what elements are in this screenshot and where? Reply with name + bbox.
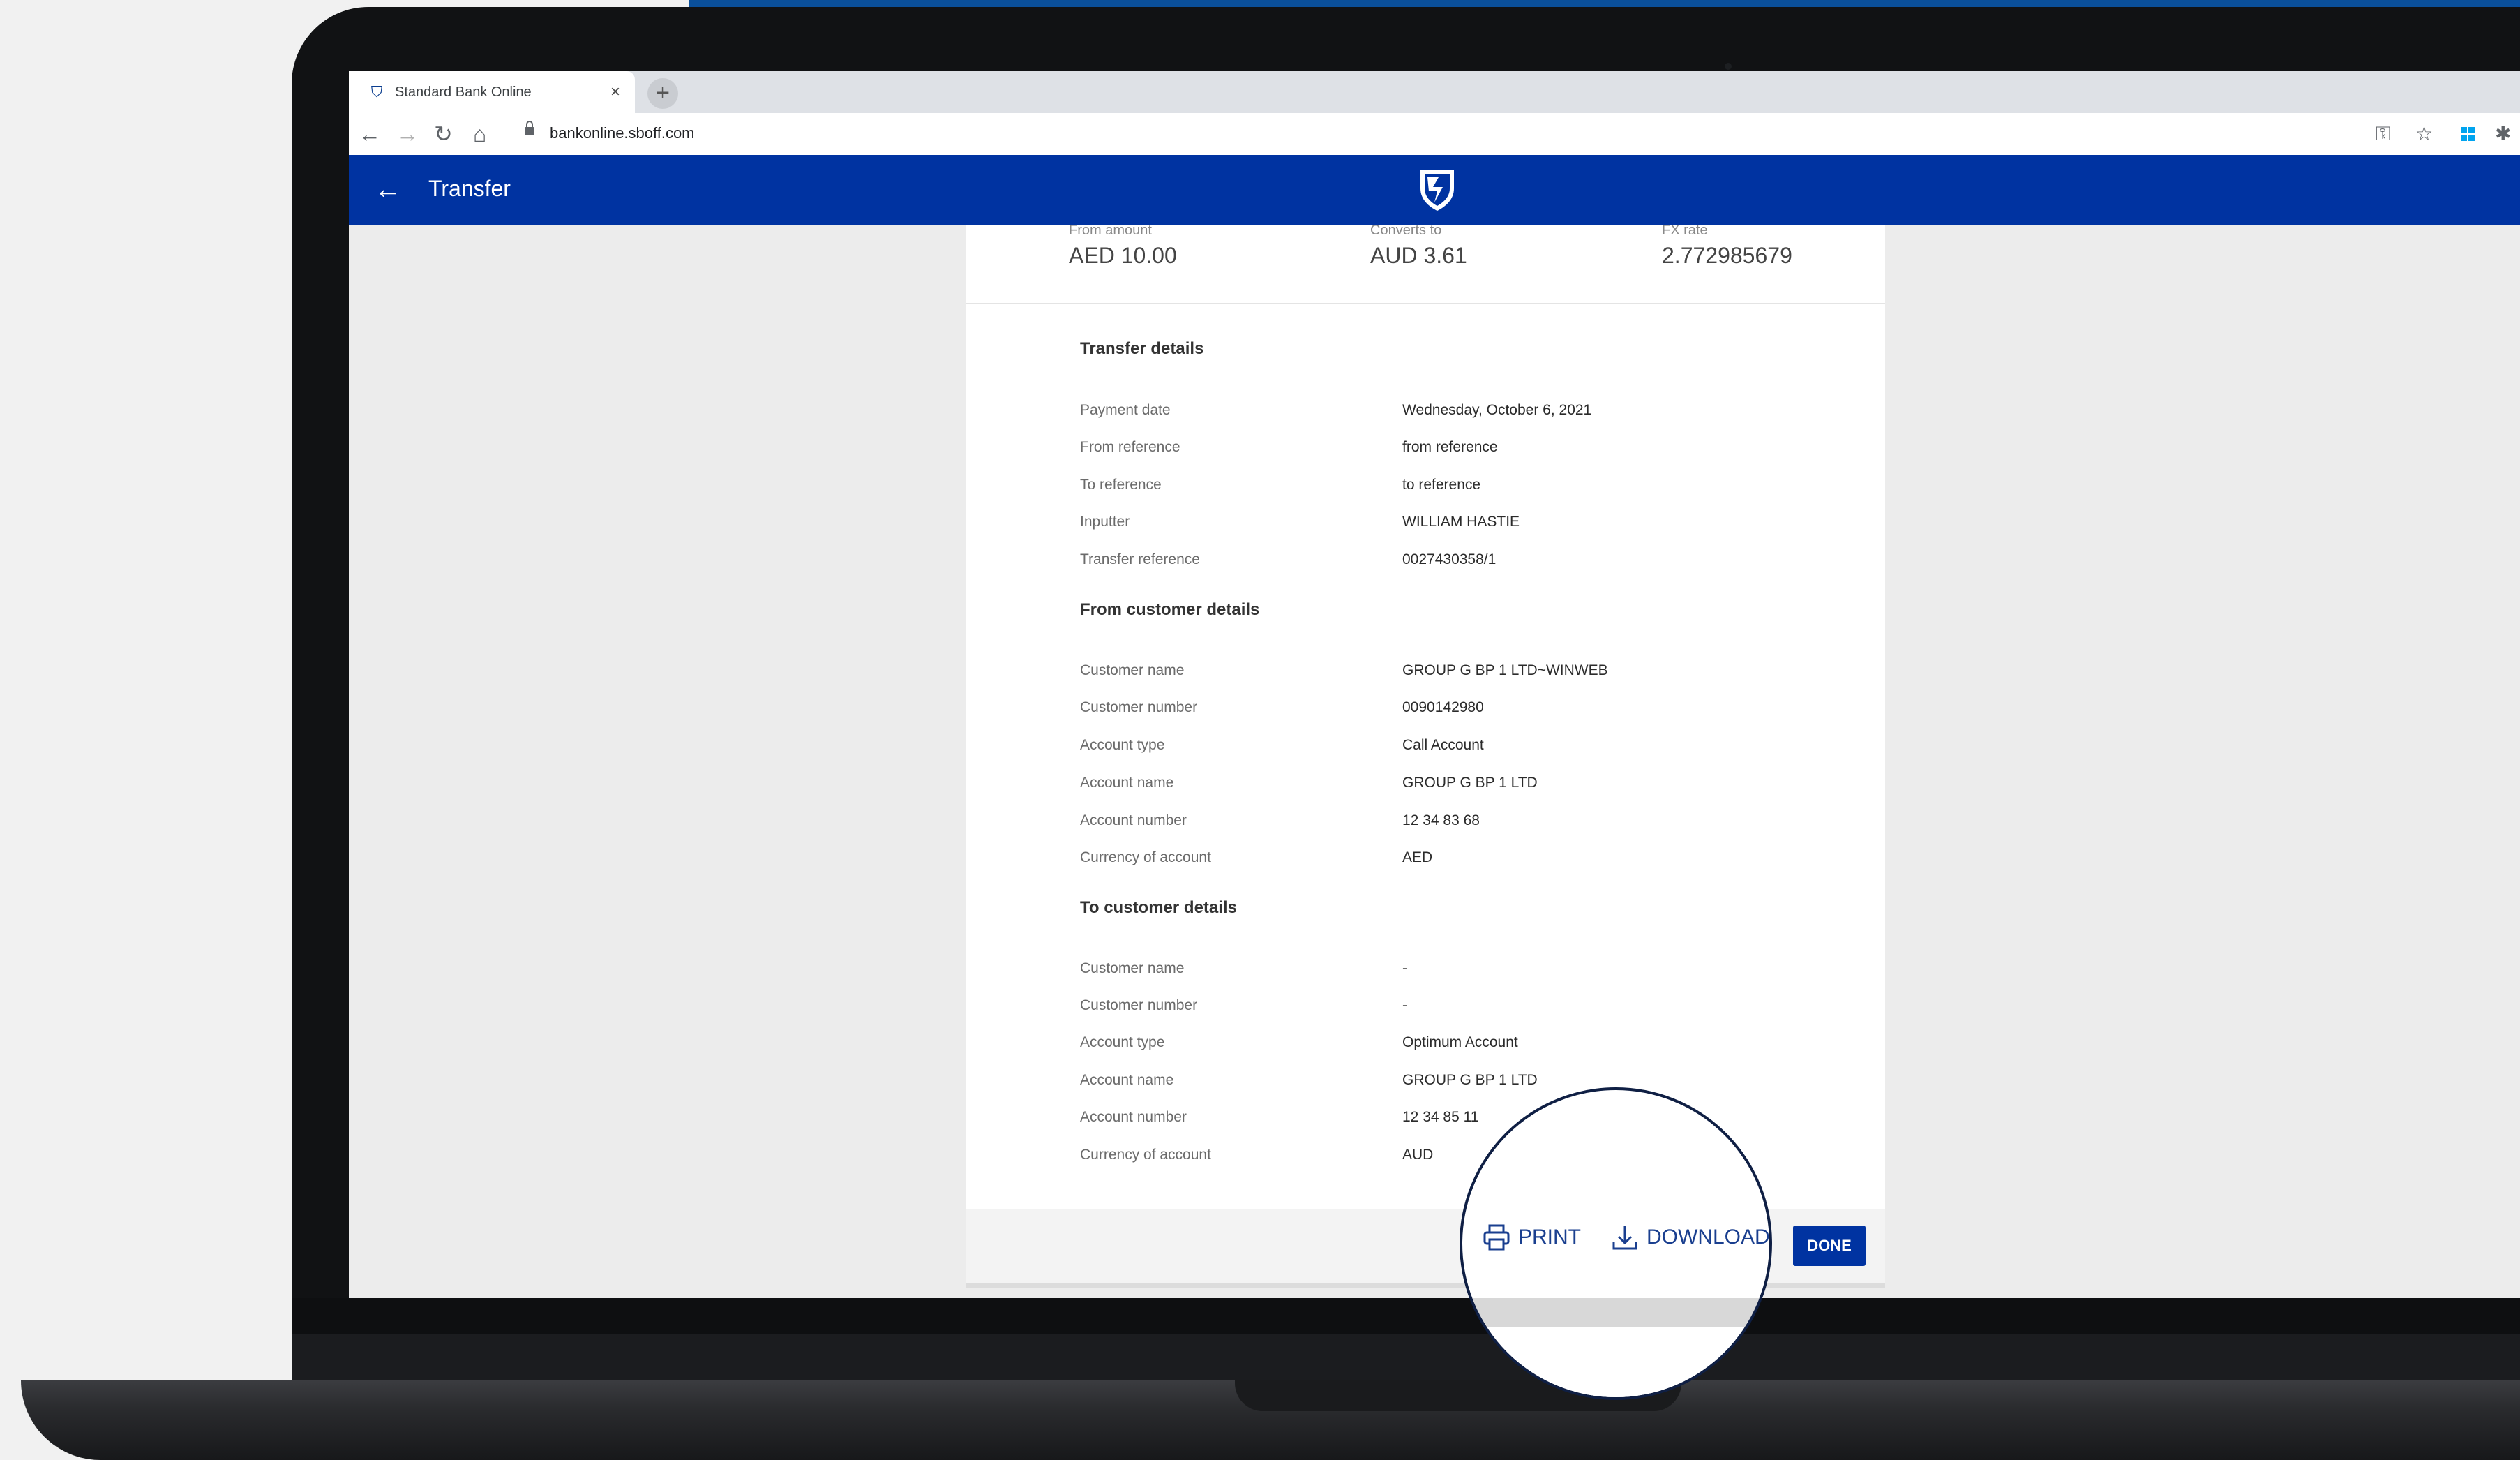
row-value: AUD bbox=[1402, 1147, 1434, 1163]
row-label: Account number bbox=[1080, 1109, 1187, 1125]
row-label: Inputter bbox=[1080, 514, 1130, 530]
row-value: Wednesday, October 6, 2021 bbox=[1402, 402, 1592, 418]
row-value: AED bbox=[1402, 849, 1433, 865]
new-tab-button[interactable]: + bbox=[647, 78, 678, 109]
row-value: GROUP G BP 1 LTD bbox=[1402, 1072, 1538, 1088]
fx-label: Converts to bbox=[1370, 223, 1442, 238]
fx-label: FX rate bbox=[1662, 223, 1708, 238]
magnifier-bottom bbox=[1462, 1327, 1769, 1397]
row-value: to reference bbox=[1402, 477, 1481, 493]
row-label: Customer number bbox=[1080, 699, 1198, 715]
row-label: Account type bbox=[1080, 1034, 1165, 1050]
row-value: 12 34 85 11 bbox=[1402, 1109, 1479, 1125]
row-value: 0027430358/1 bbox=[1402, 551, 1497, 567]
app-bar: ← Transfer bbox=[349, 155, 2520, 225]
section-title: Transfer details bbox=[1080, 339, 1204, 358]
details-card: Transfer details Payment date Wednesday,… bbox=[966, 304, 1885, 1209]
home-icon[interactable]: ⌂ bbox=[473, 120, 486, 148]
row-value: from reference bbox=[1402, 439, 1498, 455]
row-value: WILLIAM HASTIE bbox=[1402, 514, 1520, 530]
done-button[interactable]: DONE bbox=[1793, 1226, 1866, 1266]
row-value: - bbox=[1402, 960, 1407, 976]
back-arrow-icon[interactable]: ← bbox=[374, 173, 402, 205]
browser-tab[interactable]: ⛉ Standard Bank Online × bbox=[349, 71, 635, 113]
row-value: 0090142980 bbox=[1402, 699, 1484, 715]
camera bbox=[1725, 63, 1732, 70]
fx-converts-to: Converts to AUD 3.61 bbox=[1370, 223, 1467, 269]
section-title: To customer details bbox=[1080, 898, 1237, 917]
download-icon bbox=[1612, 1226, 1637, 1250]
row-value: GROUP G BP 1 LTD~WINWEB bbox=[1402, 662, 1608, 678]
windows-extension-icon[interactable] bbox=[2461, 127, 2475, 141]
star-icon[interactable]: ☆ bbox=[2415, 121, 2433, 147]
row-label: Payment date bbox=[1080, 402, 1171, 418]
lock-icon bbox=[525, 121, 534, 135]
magnifier-callout: PRINT DOWNLOAD bbox=[1460, 1087, 1772, 1400]
row-value: Optimum Account bbox=[1402, 1034, 1518, 1050]
row-label: Customer name bbox=[1080, 960, 1185, 976]
tab-title: Standard Bank Online bbox=[395, 84, 532, 100]
bezel-band bbox=[292, 1334, 2520, 1380]
key-icon[interactable]: ⚿ bbox=[2376, 121, 2390, 147]
screen: ⛉ Standard Bank Online × + — ← → ↻ ⌂ ban… bbox=[349, 71, 2520, 1298]
top-strip bbox=[689, 0, 2520, 7]
row-label: Transfer reference bbox=[1080, 551, 1200, 567]
row-label: Account number bbox=[1080, 812, 1187, 828]
main-content: From amount AED 10.00 Converts to AUD 3.… bbox=[349, 223, 2520, 1298]
fx-value: AUD 3.61 bbox=[1370, 243, 1467, 268]
fx-value: AED 10.00 bbox=[1069, 243, 1177, 268]
row-label: Currency of account bbox=[1080, 849, 1211, 865]
row-label: Customer name bbox=[1080, 662, 1185, 678]
row-label: Account name bbox=[1080, 775, 1174, 791]
extensions-icon[interactable]: ✱ bbox=[2495, 121, 2511, 147]
row-label: Account name bbox=[1080, 1072, 1174, 1088]
section-title: From customer details bbox=[1080, 600, 1260, 619]
reload-icon[interactable]: ↻ bbox=[434, 120, 453, 148]
download-label: DOWNLOAD bbox=[1647, 1226, 1770, 1249]
page-title: Transfer bbox=[428, 176, 511, 201]
close-icon[interactable]: × bbox=[606, 82, 625, 102]
bank-logo-icon bbox=[1420, 170, 1454, 211]
row-value: GROUP G BP 1 LTD bbox=[1402, 775, 1538, 791]
row-value: - bbox=[1402, 997, 1407, 1013]
fx-label: From amount bbox=[1069, 223, 1152, 238]
print-label: PRINT bbox=[1518, 1226, 1581, 1249]
tab-bar: ⛉ Standard Bank Online × + — bbox=[349, 71, 2520, 113]
row-label: Currency of account bbox=[1080, 1147, 1211, 1163]
back-icon[interactable]: ← bbox=[359, 120, 381, 148]
url-field[interactable]: bankonline.sboff.com bbox=[550, 124, 695, 142]
fx-rate: FX rate 2.772985679 bbox=[1662, 223, 1792, 269]
row-value: Call Account bbox=[1402, 737, 1484, 753]
print-button[interactable]: PRINT bbox=[1482, 1223, 1581, 1252]
fx-from-amount: From amount AED 10.00 bbox=[1069, 223, 1177, 269]
address-bar: ← → ↻ ⌂ bankonline.sboff.com ⚿ ☆ ✱ bbox=[349, 113, 2520, 156]
row-label: Customer number bbox=[1080, 997, 1198, 1013]
forward-icon[interactable]: → bbox=[396, 120, 419, 148]
download-button[interactable]: DOWNLOAD bbox=[1610, 1223, 1770, 1252]
row-value: 12 34 83 68 bbox=[1402, 812, 1480, 828]
row-label: From reference bbox=[1080, 439, 1180, 455]
shield-favicon-icon: ⛉ bbox=[370, 83, 383, 100]
fx-summary: From amount AED 10.00 Converts to AUD 3.… bbox=[966, 223, 1885, 304]
printer-icon bbox=[1483, 1224, 1510, 1251]
row-label: To reference bbox=[1080, 477, 1162, 493]
row-label: Account type bbox=[1080, 737, 1165, 753]
fx-value: 2.772985679 bbox=[1662, 243, 1792, 268]
